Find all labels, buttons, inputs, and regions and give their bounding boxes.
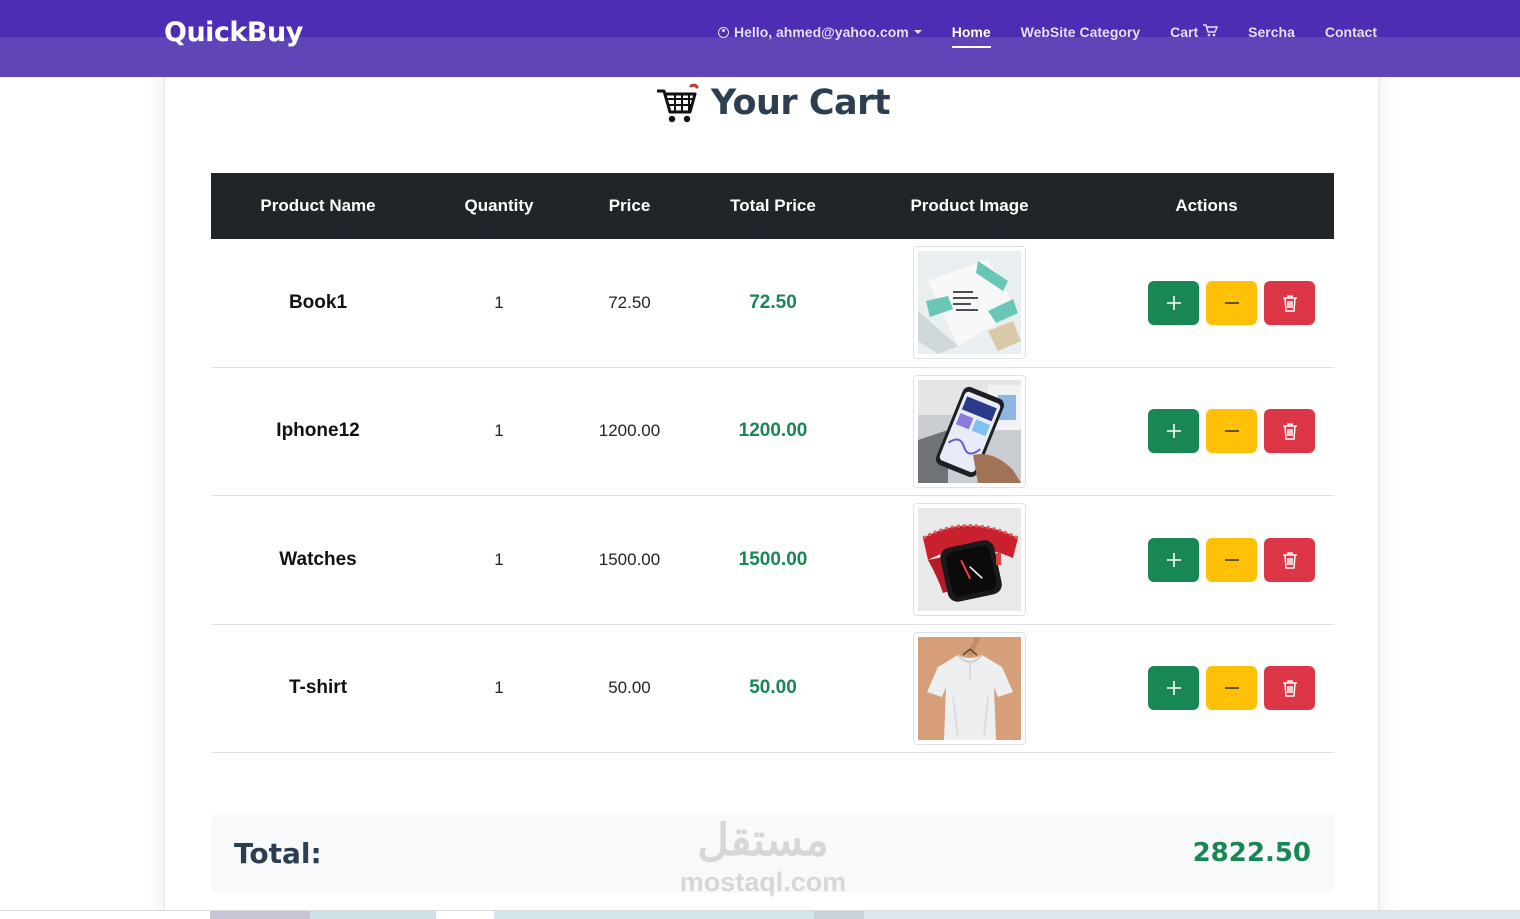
nav-contact[interactable]: Contact <box>1325 24 1377 46</box>
decrease-quantity-button[interactable] <box>1206 537 1257 582</box>
decrease-quantity-button[interactable] <box>1206 280 1257 325</box>
product-image-cell <box>860 246 1079 360</box>
header-total-price: Total Price <box>730 196 816 215</box>
header-product-name: Product Name <box>260 196 376 215</box>
product-price: 1500.00 <box>598 549 661 569</box>
trash-icon <box>1282 680 1297 697</box>
page-title: Your Cart <box>165 82 1380 124</box>
product-image-cell <box>860 503 1079 617</box>
cart-table: Product Name Quantity Price Total Price … <box>211 173 1334 753</box>
increase-quantity-button[interactable] <box>1148 409 1199 454</box>
table-row: Iphone12 1 1200.00 1200.00 <box>211 368 1334 496</box>
watch-image <box>913 503 1026 617</box>
table-row: Watches 1 1500.00 1500.00 <box>211 496 1334 625</box>
header-price: Price <box>608 196 651 215</box>
product-quantity: 1 <box>494 421 504 441</box>
user-circle-icon <box>718 26 730 38</box>
book-image <box>913 246 1026 360</box>
decrease-quantity-button[interactable] <box>1206 409 1257 454</box>
nav-cart[interactable]: Cart <box>1170 24 1219 46</box>
tshirt-image <box>913 631 1026 745</box>
decrease-quantity-button[interactable] <box>1206 666 1257 711</box>
product-quantity: 1 <box>494 678 504 698</box>
bottom-strip <box>0 910 1520 919</box>
total-value: 2822.50 <box>1192 838 1311 868</box>
remove-item-button[interactable] <box>1264 409 1315 454</box>
product-image-cell <box>860 374 1079 488</box>
increase-quantity-button[interactable] <box>1148 537 1199 582</box>
product-name: Book1 <box>288 291 348 313</box>
table-header: Product Name Quantity Price Total Price … <box>211 173 1334 239</box>
cart-icon <box>1203 24 1219 40</box>
cart-total-bar: Total: 2822.50 <box>211 813 1334 893</box>
plus-icon <box>1166 295 1181 310</box>
remove-item-button[interactable] <box>1264 280 1315 325</box>
plus-icon <box>1166 681 1181 696</box>
header-quantity: Quantity <box>464 196 534 215</box>
minus-icon <box>1224 302 1239 304</box>
total-label: Total: <box>234 836 322 870</box>
product-total: 72.50 <box>749 291 797 313</box>
product-quantity: 1 <box>494 549 504 569</box>
brand-logo[interactable]: QuickBuy <box>164 17 303 48</box>
cart-card: Your Cart Product Name Quantity Price To… <box>164 60 1379 919</box>
product-total: 1500.00 <box>738 548 808 570</box>
product-name: T-shirt <box>288 677 348 699</box>
navbar: QuickBuy Hello, ahmed@yahoo.com Home Web… <box>0 0 1520 77</box>
user-label: Hello, ahmed@yahoo.com <box>734 24 909 40</box>
table-row: Book1 1 72.50 72.50 <box>211 239 1334 368</box>
nav-links: Hello, ahmed@yahoo.com Home WebSite Cate… <box>688 24 1377 48</box>
header-actions: Actions <box>1175 196 1238 215</box>
nav-category[interactable]: WebSite Category <box>1021 24 1141 46</box>
row-actions <box>1079 537 1334 582</box>
remove-item-button[interactable] <box>1264 666 1315 711</box>
row-actions <box>1079 409 1334 454</box>
shopping-cart-icon <box>656 83 699 123</box>
table-row: T-shirt 1 50.00 50.00 <box>211 625 1334 753</box>
page-title-text: Your Cart <box>710 83 891 123</box>
product-image-cell <box>860 631 1079 745</box>
nav-cart-label: Cart <box>1170 24 1199 40</box>
nav-home[interactable]: Home <box>951 24 991 48</box>
product-price: 50.00 <box>608 678 651 698</box>
header-product-image: Product Image <box>910 196 1029 215</box>
caret-down-icon <box>913 30 922 34</box>
remove-item-button[interactable] <box>1264 537 1315 582</box>
increase-quantity-button[interactable] <box>1148 666 1199 711</box>
trash-icon <box>1282 552 1297 569</box>
phone-image <box>913 374 1026 488</box>
trash-icon <box>1282 423 1297 440</box>
product-quantity: 1 <box>494 292 504 312</box>
plus-icon <box>1166 552 1181 567</box>
minus-icon <box>1224 559 1239 561</box>
row-actions <box>1079 280 1334 325</box>
trash-icon <box>1282 295 1297 312</box>
plus-icon <box>1166 424 1181 439</box>
nav-search[interactable]: Sercha <box>1248 24 1295 46</box>
product-price: 1200.00 <box>598 421 661 441</box>
product-name: Iphone12 <box>276 420 360 442</box>
row-actions <box>1079 666 1334 711</box>
product-total: 50.00 <box>749 677 797 699</box>
product-name: Watches <box>279 548 357 570</box>
product-total: 1200.00 <box>738 420 808 442</box>
user-dropdown[interactable]: Hello, ahmed@yahoo.com <box>718 24 922 46</box>
minus-icon <box>1224 687 1239 689</box>
increase-quantity-button[interactable] <box>1148 280 1199 325</box>
minus-icon <box>1224 430 1239 432</box>
product-price: 72.50 <box>608 292 651 312</box>
